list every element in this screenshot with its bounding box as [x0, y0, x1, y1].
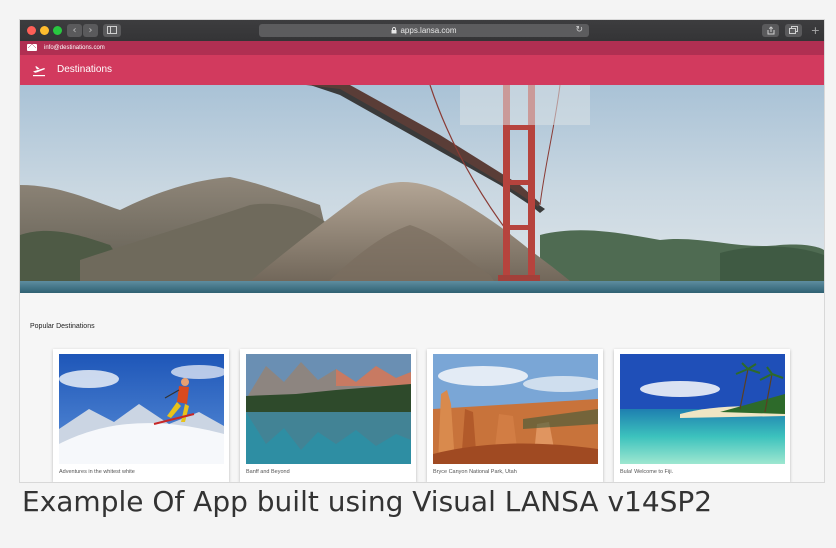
card-label: Bula! Welcome to Fiji.	[620, 469, 674, 475]
browser-window: ‹ › apps.lansa.com ↻ + info@destinations…	[20, 20, 824, 482]
airplane-takeoff-icon[interactable]	[32, 63, 46, 77]
share-icon	[767, 26, 774, 35]
destination-card[interactable]: Banff and Beyond	[240, 349, 416, 482]
new-tab-button[interactable]: +	[811, 25, 820, 36]
hero-image	[20, 85, 824, 293]
share-button[interactable]	[762, 24, 779, 37]
app-title[interactable]: Destinations	[57, 55, 112, 85]
zoom-window-button[interactable]	[53, 26, 62, 35]
tabs-icon	[789, 26, 798, 34]
back-button[interactable]: ‹	[67, 24, 82, 37]
reload-icon[interactable]: ↻	[575, 24, 583, 37]
card-image-skier	[59, 354, 224, 464]
contact-email[interactable]: info@destinations.com	[44, 41, 105, 55]
destination-card[interactable]: Bula! Welcome to Fiji.	[614, 349, 790, 482]
lock-icon	[391, 27, 397, 34]
browser-toolbar: ‹ › apps.lansa.com ↻ +	[20, 20, 824, 41]
destination-card[interactable]: Bryce Canyon National Park, Utah	[427, 349, 603, 482]
show-tabs-button[interactable]	[785, 24, 802, 37]
card-label: Banff and Beyond	[246, 469, 290, 475]
contact-bar: info@destinations.com	[20, 41, 824, 55]
sidebar-toggle-button[interactable]	[103, 24, 121, 37]
address-bar[interactable]: apps.lansa.com ↻	[259, 24, 589, 37]
card-image-bryce-canyon	[433, 354, 598, 464]
close-window-button[interactable]	[27, 26, 36, 35]
destination-card[interactable]: Adventures in the whitest white	[53, 349, 229, 482]
forward-button[interactable]: ›	[83, 24, 98, 37]
minimize-window-button[interactable]	[40, 26, 49, 35]
screenshot-caption: Example Of App built using Visual LANSA …	[22, 485, 713, 518]
sidebar-icon	[107, 26, 117, 34]
url-text: apps.lansa.com	[400, 26, 457, 35]
mail-icon	[27, 44, 37, 51]
section-title: Popular Destinations	[30, 323, 95, 330]
card-image-fiji	[620, 354, 785, 464]
app-header: Destinations	[20, 55, 824, 85]
card-label: Adventures in the whitest white	[59, 469, 135, 475]
card-label: Bryce Canyon National Park, Utah	[433, 469, 517, 475]
card-image-banff	[246, 354, 411, 464]
